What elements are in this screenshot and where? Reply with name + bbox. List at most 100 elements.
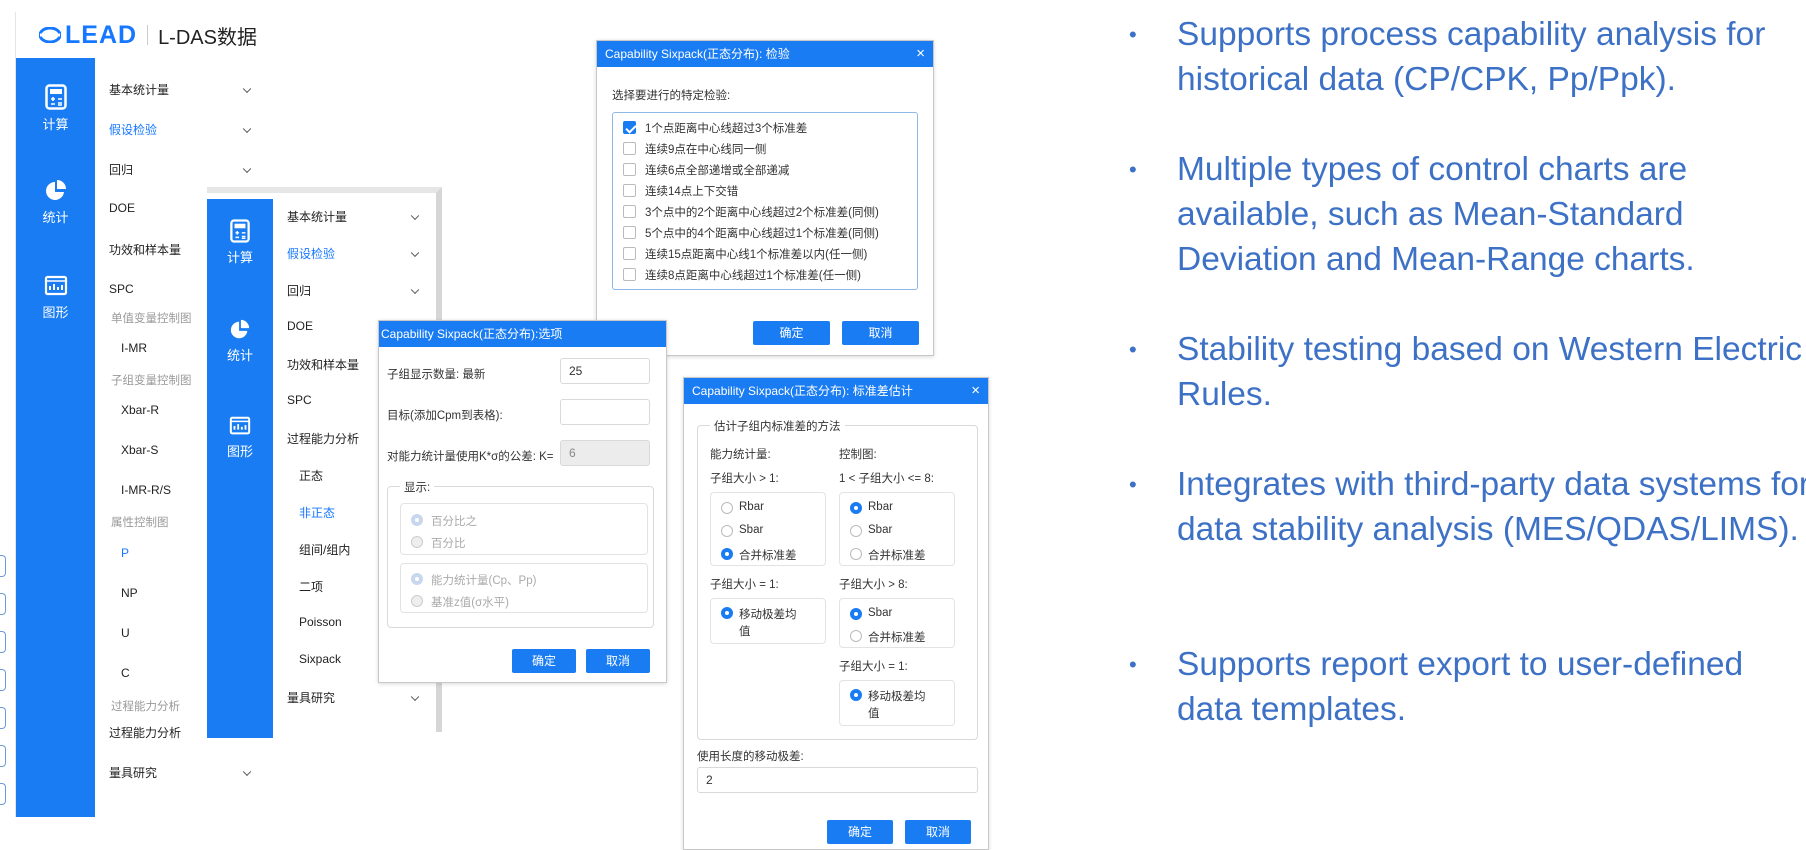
test-row[interactable]: 3个点中的2个距离中心线超过2个标准差(同侧) (623, 203, 913, 224)
moving-range-radio[interactable] (721, 607, 733, 619)
bullet-dot: • (1129, 652, 1137, 677)
menu-basic-stats[interactable]: 基本统计量 (287, 208, 428, 225)
rail-item-stats[interactable]: 统计 (16, 179, 95, 226)
test-checkbox[interactable] (623, 121, 636, 134)
window-stub (0, 555, 6, 577)
logo-mark-icon (39, 27, 61, 43)
test-row[interactable]: 1个点距离中心线超过3个标准差 (623, 119, 913, 140)
pooled-radio[interactable] (850, 548, 862, 560)
test-checkbox[interactable] (623, 142, 636, 155)
test-label: 连续9点在中心线同一侧 (645, 144, 767, 156)
cancel-button[interactable]: 取消 (905, 820, 971, 844)
rail-label: 图形 (226, 444, 253, 459)
percent-ratio-radio[interactable] (411, 514, 423, 526)
chevron-down-icon (410, 692, 420, 701)
sbar-label: Sbar (868, 524, 893, 536)
close-icon[interactable]: × (916, 41, 925, 67)
nav-rail: 计算 统计 图形 (16, 58, 95, 817)
test-checkbox[interactable] (623, 226, 636, 239)
ma-length-input[interactable]: 2 (697, 767, 978, 793)
cap-stats-label: 能力统计量(Cp、Pp) (431, 575, 537, 587)
test-row[interactable]: 连续9点在中心线同一侧 (623, 140, 913, 161)
test-checkbox[interactable] (623, 247, 636, 260)
moving-range-label-cont: 值 (739, 626, 751, 638)
cap-stats-radio[interactable] (411, 573, 423, 585)
test-row[interactable]: 5个点中的4个距离中心线超过1个标准差(同侧) (623, 224, 913, 245)
chevron-down-icon (410, 248, 420, 257)
rail-label: 计算 (42, 117, 69, 132)
test-row[interactable]: 连续8点距离中心线超过1个标准差(任一侧) (623, 266, 913, 287)
test-checkbox[interactable] (623, 184, 636, 197)
menu-gauge[interactable]: 量具研究 (109, 764, 260, 781)
menu-regression[interactable]: 回归 (287, 282, 428, 299)
rail-item-stats[interactable]: 统计 (207, 319, 273, 364)
rbar-radio[interactable] (850, 502, 862, 514)
rbar-radio[interactable] (721, 502, 733, 514)
window-stub (0, 593, 6, 615)
menu-basic-stats[interactable]: 基本统计量 (109, 81, 260, 98)
chevron-down-icon (410, 285, 420, 294)
k-input[interactable]: 6 (560, 440, 650, 466)
test-label: 连续15点距离中心线1个标准差以内(任一侧) (645, 249, 868, 261)
dialog-title: Capability Sixpack(正态分布): 标准差估计 (692, 384, 913, 398)
rail-item-calc[interactable]: 计算 (16, 84, 95, 133)
pooled-radio[interactable] (850, 630, 862, 642)
test-checkbox[interactable] (623, 205, 636, 218)
menu-gauge[interactable]: 量具研究 (287, 689, 428, 706)
size-1-8-label: 1 < 子组大小 <= 8: (839, 473, 934, 485)
tests-list: 1个点距离中心线超过3个标准差 连续9点在中心线同一侧 连续6点全部递增或全部递减连… (612, 112, 918, 290)
rail-item-graph[interactable]: 图形 (16, 274, 95, 321)
moving-range-radio[interactable] (850, 689, 862, 701)
menu-hypothesis[interactable]: 假设检验 (287, 245, 428, 262)
z-bench-radio[interactable] (411, 595, 423, 607)
menu-regression[interactable]: 回归 (109, 161, 260, 178)
test-checkbox[interactable] (623, 163, 636, 176)
window-stub (0, 669, 6, 691)
cancel-button[interactable]: 取消 (586, 649, 650, 673)
size-eq1-b-label: 子组大小 = 1: (839, 661, 908, 673)
pooled-radio[interactable] (721, 548, 733, 560)
nav-rail: 计算 统计 图形 (207, 199, 273, 738)
app-name: L-DAS数据 (158, 26, 257, 49)
calculator-icon (230, 219, 250, 243)
sbar-radio[interactable] (850, 525, 862, 537)
stddev-dialog: Capability Sixpack(正态分布): 标准差估计 × 估计子组内标… (683, 377, 989, 850)
tests-prompt: 选择要进行的特定检验: (612, 90, 731, 102)
lead-logo: LEAD (39, 21, 137, 50)
test-row[interactable]: 连续14点上下交错 (623, 182, 913, 203)
dialog-title: Capability Sixpack(正态分布): 检验 (605, 47, 790, 61)
bullet-text: Stability testing based on Western Elect… (1177, 331, 1803, 413)
rbar-label: Rbar (739, 501, 764, 513)
menu-hypothesis[interactable]: 假设检验 (109, 121, 260, 138)
ok-button[interactable]: 确定 (827, 820, 893, 844)
test-checkbox[interactable] (623, 268, 636, 281)
chevron-down-icon (242, 164, 252, 173)
close-icon[interactable]: × (971, 378, 980, 404)
chevron-down-icon (242, 84, 252, 93)
ctl-eq1-group: 移动极差均 值 (839, 680, 955, 726)
percent-radio[interactable] (411, 536, 423, 548)
target-input[interactable] (560, 399, 650, 425)
ok-button[interactable]: 确定 (512, 649, 576, 673)
test-row[interactable]: 连续15点距离中心线1个标准差以内(任一侧) (623, 245, 913, 266)
sbar-radio[interactable] (721, 525, 733, 537)
chart-board-icon (229, 416, 251, 435)
pooled-label: 合并标准差 (739, 550, 797, 562)
rail-label: 统计 (42, 210, 69, 225)
sbar-radio[interactable] (850, 608, 862, 620)
cancel-button[interactable]: 取消 (842, 321, 919, 345)
test-row[interactable]: 连续6点全部递增或全部递减 (623, 161, 913, 182)
subgroups-input[interactable]: 25 (560, 358, 650, 384)
percent-group: 百分比之 百分比 (400, 503, 648, 555)
ok-button[interactable]: 确定 (753, 321, 830, 345)
pooled-label: 合并标准差 (868, 550, 926, 562)
rail-item-calc[interactable]: 计算 (207, 219, 273, 266)
menu-label: 基本统计量 (109, 83, 170, 97)
z-bench-label: 基准z值(σ水平) (431, 597, 510, 609)
rail-item-graph[interactable]: 图形 (207, 415, 273, 460)
dialog-title-bar: Capability Sixpack(正态分布):选项 (379, 321, 666, 347)
window-stub (0, 707, 6, 729)
size-gt1-label: 子组大小 > 1: (710, 473, 779, 485)
k-label: 对能力统计量使用K*σ的公差: K= (387, 451, 554, 463)
bullet-text: Supports report export to user-defined d… (1177, 646, 1744, 728)
